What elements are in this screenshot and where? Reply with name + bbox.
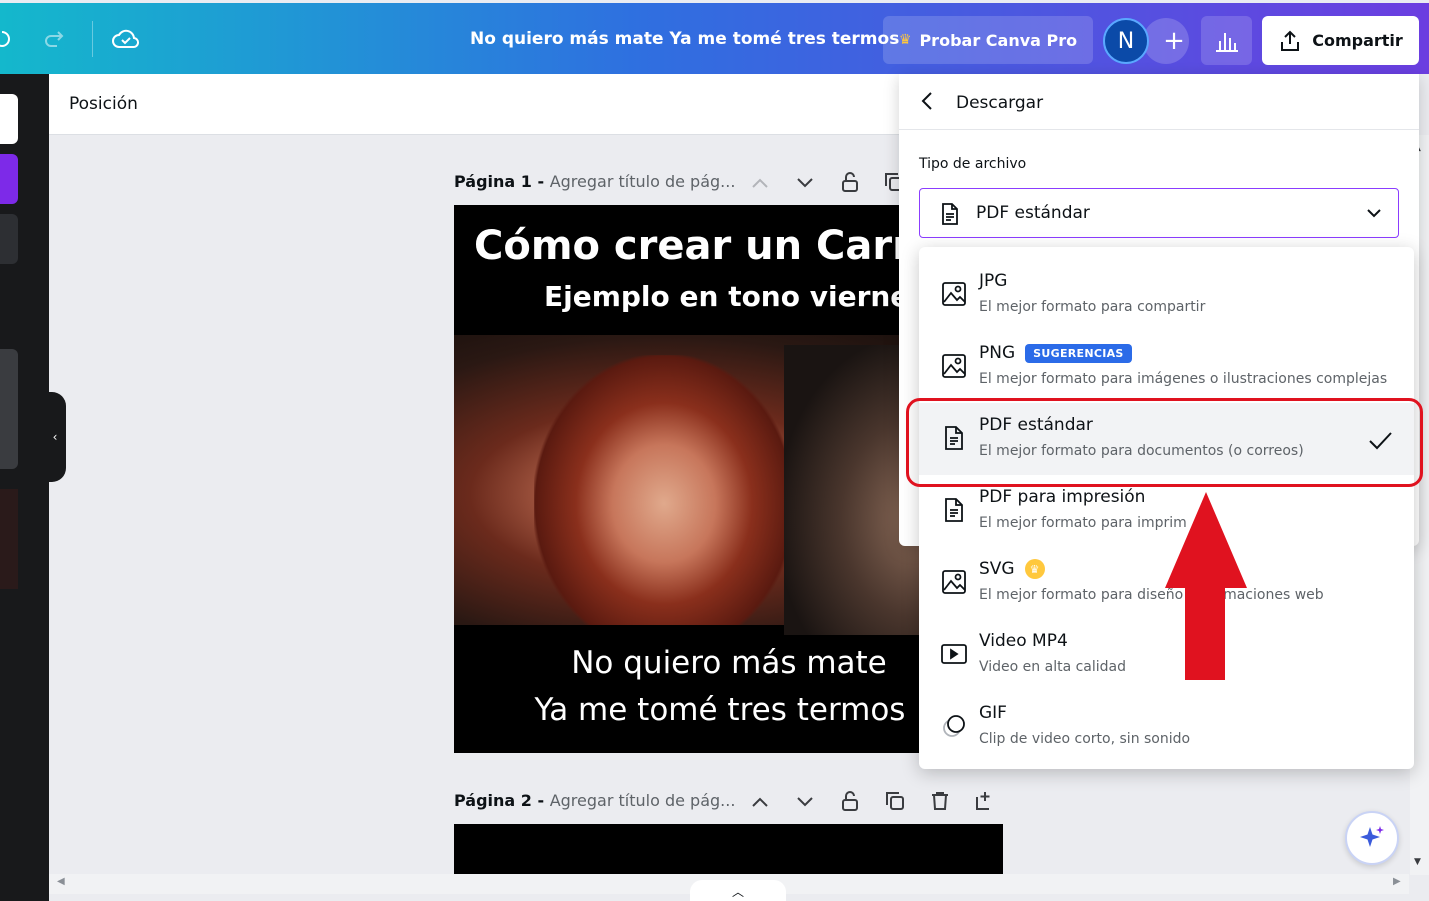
move-up-icon[interactable] xyxy=(748,171,772,195)
move-down-icon[interactable] xyxy=(793,171,817,195)
image-icon xyxy=(942,354,966,378)
insights-button[interactable] xyxy=(1201,16,1252,65)
move-down-icon[interactable] xyxy=(793,790,817,814)
suggestion-badge: SUGERENCIAS xyxy=(1025,343,1132,363)
download-panel-title: Descargar xyxy=(956,93,1044,113)
file-option-gif[interactable]: GIF Clip de video corto, sin sonido xyxy=(919,691,1414,763)
file-option-desc: El mejor formato para diseño imaciones we… xyxy=(979,587,1324,603)
document-title[interactable]: No quiero más mate Ya me tomé tres termo… xyxy=(470,29,899,49)
design-subtitle-text[interactable]: Ejemplo en tono viernes xyxy=(544,280,926,313)
file-option-name: SVG ♛ xyxy=(979,559,1045,579)
page-header-1: Página 1 - Agregar título de pág... xyxy=(454,172,735,191)
share-button[interactable]: Compartir xyxy=(1262,16,1419,65)
undo-icon[interactable] xyxy=(0,25,16,53)
file-option-desc: El mejor formato para imágenes o ilustra… xyxy=(979,371,1388,387)
bar-chart-icon xyxy=(1215,32,1238,52)
move-up-icon[interactable] xyxy=(748,790,772,814)
design-page-2[interactable] xyxy=(454,824,1003,874)
download-panel-header: Descargar xyxy=(899,74,1419,130)
pro-crown-icon: ♛ xyxy=(1024,559,1045,579)
red-arrow-annotation xyxy=(1165,492,1247,680)
file-option-jpg[interactable]: JPG El mejor formato para compartir xyxy=(919,259,1414,331)
file-type-label: Tipo de archivo xyxy=(919,156,1027,172)
sidebar-tab-text[interactable] xyxy=(0,214,18,264)
magic-assistant-button[interactable] xyxy=(1345,811,1399,865)
chevron-down-icon xyxy=(1367,209,1381,218)
page-title-input[interactable]: Agregar título de pág... xyxy=(550,791,736,810)
cloud-saved-icon[interactable] xyxy=(112,25,140,53)
collapse-panel-button[interactable]: ‹ xyxy=(44,392,66,482)
chevron-up-icon: ︿ xyxy=(731,884,744,899)
sparkle-icon xyxy=(1360,826,1384,847)
file-option-desc: El mejor formato para compartir xyxy=(979,299,1206,315)
sidebar-thumbnail[interactable] xyxy=(0,489,18,589)
file-type-select[interactable]: PDF estándar xyxy=(919,188,1399,238)
scroll-down-icon[interactable]: ▼ xyxy=(1414,857,1421,867)
file-option-desc: Video en alta calidad xyxy=(979,659,1127,675)
duplicate-page-icon[interactable] xyxy=(883,789,907,813)
highlight-annotation-box xyxy=(906,398,1423,487)
left-sidebar xyxy=(0,74,49,901)
caption-line-2[interactable]: Ya me tomé tres termos xyxy=(454,692,986,728)
page-title-input[interactable]: Agregar título de pág... xyxy=(550,172,736,191)
crown-icon: ♛ xyxy=(898,32,912,48)
file-option-png[interactable]: PNG SUGERENCIAS El mejor formato para im… xyxy=(919,331,1414,403)
video-icon xyxy=(941,644,967,664)
toolbar-divider xyxy=(92,21,93,57)
try-canva-pro-button[interactable]: ♛ Probar Canva Pro xyxy=(883,16,1093,64)
chevron-left-icon: ‹ xyxy=(52,430,58,444)
page-header-2: Página 2 - Agregar título de pág... xyxy=(454,791,735,810)
file-option-desc: El mejor formato para imprim xyxy=(979,515,1187,531)
sidebar-tab-design[interactable] xyxy=(0,94,18,144)
avatar[interactable]: N xyxy=(1103,18,1149,64)
file-option-desc: Clip de video corto, sin sonido xyxy=(979,731,1191,747)
page-number-label: Página 2 - xyxy=(454,791,550,810)
context-toolbar: Posición xyxy=(49,74,899,135)
back-arrow-icon[interactable] xyxy=(917,90,939,112)
position-button[interactable]: Posición xyxy=(69,94,138,114)
page-number-label: Página 1 - xyxy=(454,172,550,191)
file-option-name: GIF xyxy=(979,703,1007,723)
file-type-value: PDF estándar xyxy=(976,203,1090,223)
gif-icon xyxy=(943,715,965,737)
sidebar-tab-elements[interactable] xyxy=(0,154,18,204)
trash-icon[interactable] xyxy=(928,789,952,813)
scroll-right-icon[interactable]: ▶ xyxy=(1393,876,1401,887)
plus-icon: + xyxy=(1163,26,1185,56)
top-bar: No quiero más mate Ya me tomé tres termo… xyxy=(0,0,1429,74)
add-collaborator-button[interactable]: + xyxy=(1143,18,1189,64)
document-icon xyxy=(942,203,958,225)
redo-icon[interactable] xyxy=(40,25,68,53)
share-upload-icon xyxy=(1281,30,1300,51)
design-title-text[interactable]: Cómo crear un Carr xyxy=(474,223,912,269)
show-pages-button[interactable]: ︿ xyxy=(690,880,786,901)
try-canva-pro-label: Probar Canva Pro xyxy=(919,30,1078,50)
file-option-name: PNG SUGERENCIAS xyxy=(979,343,1132,363)
lock-icon[interactable] xyxy=(838,789,862,813)
file-option-name: Video MP4 xyxy=(979,631,1068,651)
scroll-left-icon[interactable]: ◀ xyxy=(57,876,65,887)
share-label: Compartir xyxy=(1312,31,1403,50)
file-option-name: PDF para impresión xyxy=(979,487,1146,507)
photo-woman xyxy=(534,355,794,625)
image-icon xyxy=(942,570,966,594)
document-icon xyxy=(945,498,963,522)
file-option-name: JPG xyxy=(979,271,1008,291)
lock-icon[interactable] xyxy=(838,170,862,194)
add-page-icon[interactable] xyxy=(973,789,997,813)
image-icon xyxy=(942,282,966,306)
sidebar-panel-edge xyxy=(0,349,18,469)
